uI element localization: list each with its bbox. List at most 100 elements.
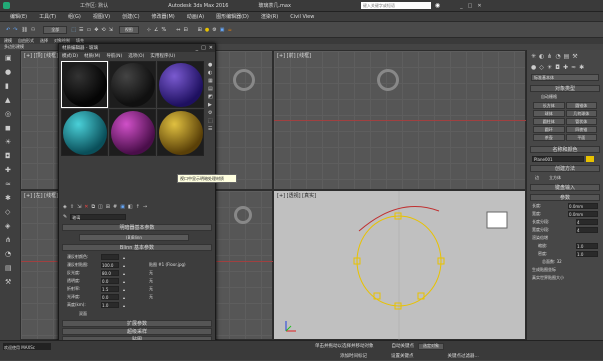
systems-icon[interactable]: ✱ [579,64,584,71]
menu-item[interactable]: 动画(A) [187,13,204,20]
cube-icon[interactable]: ▣ [5,54,15,62]
length-segs-field[interactable]: 4 [576,219,598,225]
param-none-label[interactable]: 无 [149,294,153,300]
material-name-field[interactable]: 玻璃 [70,214,127,220]
material-slot[interactable] [157,109,204,156]
creation-cube-radio[interactable]: 立方体 [549,175,561,181]
length-field[interactable]: 0.0mm [568,203,598,209]
motion-tab-icon[interactable]: ◔ [555,53,560,60]
name-color-header[interactable]: 名称和颜色 [530,146,600,153]
param-map-label[interactable]: 贴图 #1 (Floor.jpg) [149,262,186,268]
show-shaded-material-icon[interactable]: ▣ [120,204,125,210]
tab-item[interactable]: 选择 [40,38,48,44]
sphere-tool-icon[interactable]: ● [5,68,15,76]
object-type-button[interactable]: 平面 [565,134,597,141]
menu-item[interactable]: 编辑(E) [10,13,27,20]
render-icon[interactable]: ☕ [227,27,231,33]
object-type-button[interactable]: 圆环 [533,126,565,133]
move-icon[interactable]: ✥ [94,27,98,33]
cameras-icon[interactable]: ◘ [555,64,560,71]
param-spinner-icon[interactable]: ▴ [123,279,125,284]
sign-in-icon[interactable]: ◉ [435,2,440,9]
hierarchy-icon[interactable]: ⋔ [5,236,15,244]
shape-icon[interactable]: ◇ [5,208,15,216]
param-spinner-icon[interactable]: ▴ [123,255,125,260]
helper-icon[interactable]: ✚ [5,166,15,174]
keyboard-entry-header[interactable]: 键盘输入 [530,184,600,191]
go-forward-icon[interactable]: → [143,204,147,210]
hierarchy-tab-icon[interactable]: ⋔ [547,53,552,60]
angle-snap-icon[interactable]: ∠ [154,27,158,33]
material-slot[interactable] [157,61,204,108]
go-to-parent-icon[interactable]: ↑ [136,204,140,210]
search-input[interactable]: 键入关键字或短语 [360,2,431,9]
maxscript-listener[interactable]: 欢迎使用 MAXSc [3,342,51,350]
unlink-icon[interactable]: ⚇ [31,27,35,33]
object-type-header[interactable]: 对象类型 [530,85,600,92]
object-type-button[interactable]: 几何球体 [565,110,597,117]
close-button[interactable]: ✕ [209,45,213,51]
rect-select-icon[interactable]: ▭ [86,27,91,33]
param-spinner-icon[interactable]: ▴ [123,287,125,292]
backlight-icon[interactable]: ◐ [208,70,213,76]
video-color-icon[interactable]: ◩ [208,94,213,100]
shader-dropdown[interactable]: (B)Blinn [79,234,189,241]
material-menu-item[interactable]: 材质(M) [84,53,100,59]
menu-item[interactable]: 工具(T) [39,13,56,20]
make-preview-icon[interactable]: ▶ [208,102,213,108]
rollout-header[interactable]: 超级采样 [62,328,212,335]
primitive-type-dropdown[interactable]: 标准基本体 [531,74,599,81]
menu-item[interactable]: Civil View [290,14,314,20]
scale-icon[interactable]: ⇲ [109,27,113,33]
material-slot[interactable] [109,109,156,156]
material-slot[interactable] [61,109,108,156]
param-none-label[interactable]: 无 [149,286,153,292]
put-to-scene-icon[interactable]: ⇪ [70,204,74,210]
lights-icon[interactable]: ☀ [547,64,552,71]
camera-icon[interactable]: ◘ [5,152,15,160]
creation-method-header[interactable]: 创建方法 [530,165,600,172]
object-type-button[interactable]: 管状体 [565,118,597,125]
options-icon[interactable]: ⚙ [208,110,213,116]
display-icon[interactable]: ▤ [5,264,15,272]
view-dropdown[interactable]: 视图 [118,25,139,34]
uv-tiling-icon[interactable]: ▤ [208,86,213,92]
object-type-button[interactable]: 长方体 [533,102,565,109]
maximize-button[interactable]: □ [201,45,206,51]
torus-icon[interactable]: ◎ [5,110,15,118]
selection-filter-dropdown[interactable]: 全部 [43,25,68,34]
object-name-field[interactable]: Plane001 [532,156,584,162]
get-material-icon[interactable]: ◈ [63,204,67,210]
select-by-material-icon[interactable]: ⬚ [208,118,213,124]
cylinder-icon[interactable]: ▮ [5,82,15,90]
parameters-header[interactable]: 参数 [530,194,600,201]
param-value[interactable]: 100.0 [101,262,119,268]
object-color-swatch[interactable] [586,156,594,162]
param-value[interactable]: 1.0 [101,302,119,308]
utilities-icon[interactable]: ⚒ [5,278,15,286]
redo-icon[interactable]: ↷ [13,27,17,33]
param-value[interactable]: 0.0 [101,294,119,300]
maximize-button[interactable]: □ [468,3,473,9]
eyedropper-icon[interactable]: ✎ [63,214,67,220]
copy-material-icon[interactable]: ⧉ [91,204,95,210]
spacewarps-icon[interactable]: ≈ [571,64,576,71]
app-logo-icon[interactable] [3,2,10,9]
box-icon[interactable]: ◼ [5,124,15,132]
schematic-icon[interactable]: ⊞ [198,27,202,33]
material-editor-icon[interactable]: ● [205,27,209,33]
make-unique-icon[interactable]: ◫ [98,204,103,210]
material-slot[interactable] [109,61,156,108]
param-value[interactable]: 1.5 [101,286,119,292]
param-spinner-icon[interactable]: ▴ [123,303,125,308]
align-icon[interactable]: ⊟ [183,27,187,33]
display-tab-icon[interactable]: ▤ [564,53,570,60]
light-icon[interactable]: ☀ [5,138,15,146]
motion-icon[interactable]: ◔ [5,250,15,258]
menu-item[interactable]: 创建(C) [122,13,139,20]
material-navigator-icon[interactable]: ☰ [208,126,213,132]
add-time-tag[interactable]: 添加时间标记 [340,353,367,359]
menu-item[interactable]: 渲染(R) [261,13,278,20]
link-icon[interactable]: ⛓ [21,27,27,33]
param-spinner-icon[interactable]: ▴ [123,263,125,268]
